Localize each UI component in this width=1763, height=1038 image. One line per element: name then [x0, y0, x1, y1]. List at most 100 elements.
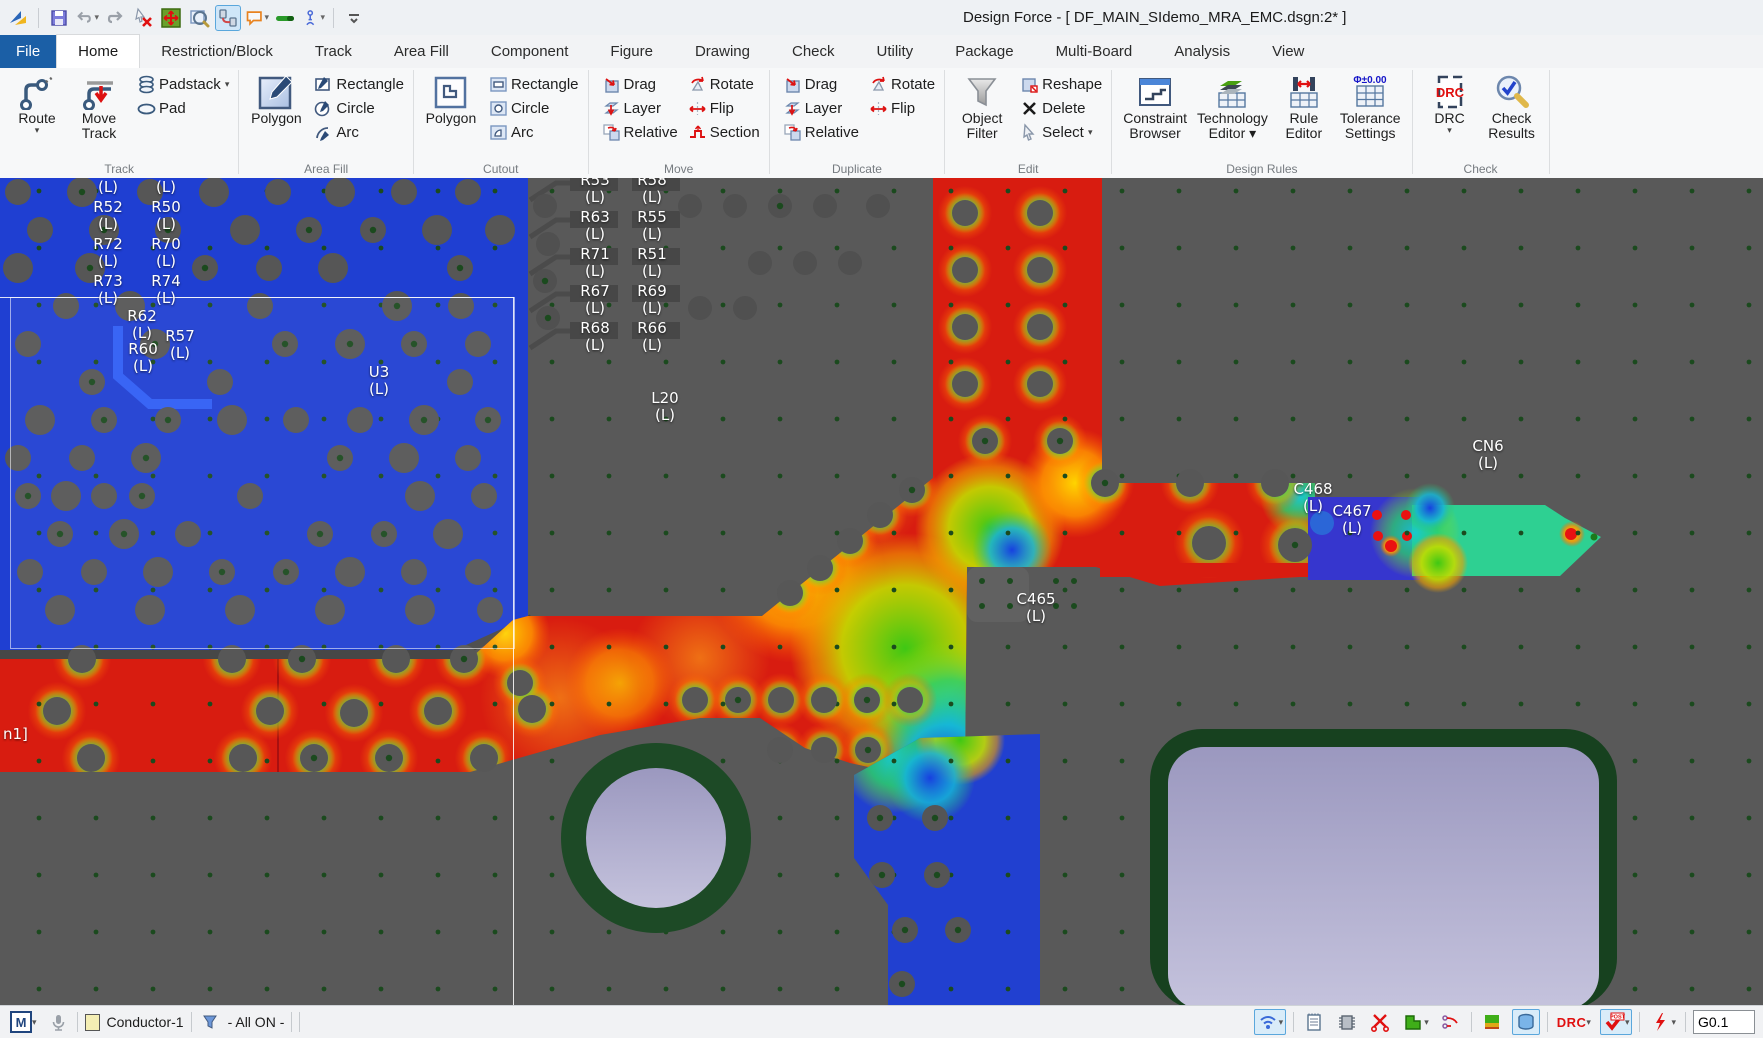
- tab-track[interactable]: Track: [294, 35, 373, 68]
- tab-utility[interactable]: Utility: [856, 35, 935, 68]
- filter-state[interactable]: - All ON -: [228, 1014, 285, 1030]
- rotate-button[interactable]: Rotate: [866, 72, 938, 96]
- circle-cutout-icon: [489, 99, 508, 118]
- drag-button[interactable]: Drag: [599, 72, 681, 96]
- route-mode-button[interactable]: [215, 5, 241, 31]
- select-button[interactable]: Select ▾: [1017, 120, 1105, 144]
- move-track-button[interactable]: Move Track: [69, 71, 129, 143]
- chip-button[interactable]: [1334, 1010, 1360, 1034]
- circle-button[interactable]: Circle: [486, 96, 582, 120]
- reference-label: R60 (L): [128, 341, 158, 375]
- check-results-button[interactable]: Check Results: [1482, 71, 1542, 143]
- mode-menu[interactable]: M ▾: [8, 1010, 39, 1034]
- chip-icon: [1336, 1011, 1358, 1033]
- tab-check[interactable]: Check: [771, 35, 856, 68]
- svg-text:Φ±0.00: Φ±0.00: [1354, 75, 1388, 86]
- flip-button[interactable]: Flip: [866, 96, 938, 120]
- group-label: Check: [1413, 162, 1549, 176]
- fit-view-button[interactable]: [159, 6, 183, 30]
- tab-component[interactable]: Component: [470, 35, 590, 68]
- polygon-button[interactable]: Polygon: [421, 71, 481, 128]
- delete-cursor-button[interactable]: [131, 6, 155, 30]
- ribbon-group-check: DRCDRC▾ Check Results Check: [1413, 68, 1549, 178]
- microphone-icon[interactable]: [46, 1010, 70, 1034]
- polygon-green-icon: [1402, 1011, 1424, 1033]
- polygon-button[interactable]: Polygon: [246, 71, 306, 128]
- rule-editor-button[interactable]: Rule Editor: [1274, 71, 1334, 143]
- jumper-button[interactable]: [1438, 1010, 1464, 1034]
- rectangle-button[interactable]: Rectangle: [311, 72, 407, 96]
- rotate-button[interactable]: Rotate: [685, 72, 763, 96]
- notes-button[interactable]: [1301, 1010, 1327, 1034]
- pcb-canvas[interactable]: (L)(L)R52 (L)R50 (L)R72 (L)R70 (L)R73 (L…: [0, 178, 1763, 1005]
- button-label: Rectangle: [336, 76, 404, 93]
- filter-funnel-icon[interactable]: [199, 1010, 221, 1034]
- pad-button[interactable]: Pad: [134, 96, 232, 120]
- reference-label: R55 (L): [637, 209, 667, 243]
- drc-button[interactable]: DRCDRC▾: [1420, 71, 1480, 136]
- rectangle-button[interactable]: Rectangle: [486, 72, 582, 96]
- tab-file[interactable]: File: [0, 35, 56, 68]
- relative-button[interactable]: Relative: [780, 120, 862, 144]
- group-label: Design Rules: [1112, 162, 1411, 176]
- comment-button[interactable]: ▾: [245, 6, 269, 30]
- padstack-button[interactable]: Padstack ▾: [134, 72, 232, 96]
- zoom-select-button[interactable]: [187, 6, 211, 30]
- chevron-down-icon: ▾: [35, 126, 40, 134]
- cut-button[interactable]: [1367, 1010, 1393, 1034]
- database-button[interactable]: [1512, 1009, 1540, 1035]
- layer-icon: [783, 99, 802, 118]
- tab-drawing[interactable]: Drawing: [674, 35, 771, 68]
- tab-view[interactable]: View: [1251, 35, 1325, 68]
- post-check-button[interactable]: POST▾: [1600, 1009, 1633, 1035]
- tab-analysis[interactable]: Analysis: [1153, 35, 1251, 68]
- polygon-cutout-icon: [432, 73, 470, 111]
- delete-button[interactable]: Delete: [1017, 96, 1105, 120]
- separator: [1685, 1012, 1686, 1032]
- ribbon-group-track: Route▾Move TrackPadstack ▾PadTrack: [0, 68, 238, 178]
- tab-package[interactable]: Package: [934, 35, 1034, 68]
- active-layer-name[interactable]: Conductor-1: [107, 1014, 184, 1030]
- tab-multi-board[interactable]: Multi-Board: [1035, 35, 1154, 68]
- redo-button[interactable]: [103, 6, 127, 30]
- layer-button[interactable]: Layer: [599, 96, 681, 120]
- button-label: Delete: [1042, 100, 1085, 117]
- wifi-button[interactable]: ▾: [1254, 1009, 1287, 1035]
- drc-status[interactable]: DRC▾: [1555, 1010, 1593, 1034]
- reshape-button[interactable]: Reshape: [1017, 72, 1105, 96]
- app-logo-button[interactable]: [6, 6, 30, 30]
- tab-home[interactable]: Home: [56, 34, 140, 68]
- tab-figure[interactable]: Figure: [589, 35, 674, 68]
- tab-area-fill[interactable]: Area Fill: [373, 35, 470, 68]
- probe-button[interactable]: ▾: [301, 6, 325, 30]
- save-button[interactable]: [47, 6, 71, 30]
- technology-editor-button[interactable]: Technology Editor ▾: [1193, 71, 1272, 143]
- component-button[interactable]: [1479, 1010, 1505, 1034]
- arc-button[interactable]: Arc: [486, 120, 582, 144]
- undo-button[interactable]: ▾: [75, 6, 99, 30]
- grid-value-input[interactable]: [1693, 1010, 1755, 1034]
- bolt-button[interactable]: ▾: [1647, 1010, 1678, 1034]
- separator: [333, 8, 334, 28]
- layer-button[interactable]: Layer: [780, 96, 862, 120]
- circle-button[interactable]: Circle: [311, 96, 407, 120]
- flip-button[interactable]: Flip: [685, 96, 763, 120]
- arc-button[interactable]: Arc: [311, 120, 407, 144]
- object-filter-button[interactable]: Object Filter: [952, 71, 1012, 143]
- section-button[interactable]: Section: [685, 120, 763, 144]
- polygon-green-button[interactable]: ▾: [1400, 1010, 1431, 1034]
- ribbon-group-area-fill: PolygonRectangleCircleArcArea Fill: [239, 68, 413, 178]
- drag-button[interactable]: Drag: [780, 72, 862, 96]
- tolerance-settings-button[interactable]: Φ±0.00Tolerance Settings: [1336, 71, 1405, 143]
- guide-line-vertical: [513, 297, 514, 1005]
- rotate-icon: [869, 75, 888, 94]
- status-bar: M ▾ Conductor-1 - All ON - ▾ ▾ DRC▾ POST▾ ▾: [0, 1005, 1763, 1038]
- more-commands-button[interactable]: [342, 6, 366, 30]
- measure-button[interactable]: [273, 6, 297, 30]
- button-label: Check Results: [1488, 111, 1535, 141]
- delete-icon: [1020, 99, 1039, 118]
- relative-button[interactable]: Relative: [599, 120, 681, 144]
- tab-restriction-block[interactable]: Restriction/Block: [140, 35, 294, 68]
- route-button[interactable]: Route▾: [7, 71, 67, 136]
- constraint-browser-button[interactable]: Constraint Browser: [1119, 71, 1191, 143]
